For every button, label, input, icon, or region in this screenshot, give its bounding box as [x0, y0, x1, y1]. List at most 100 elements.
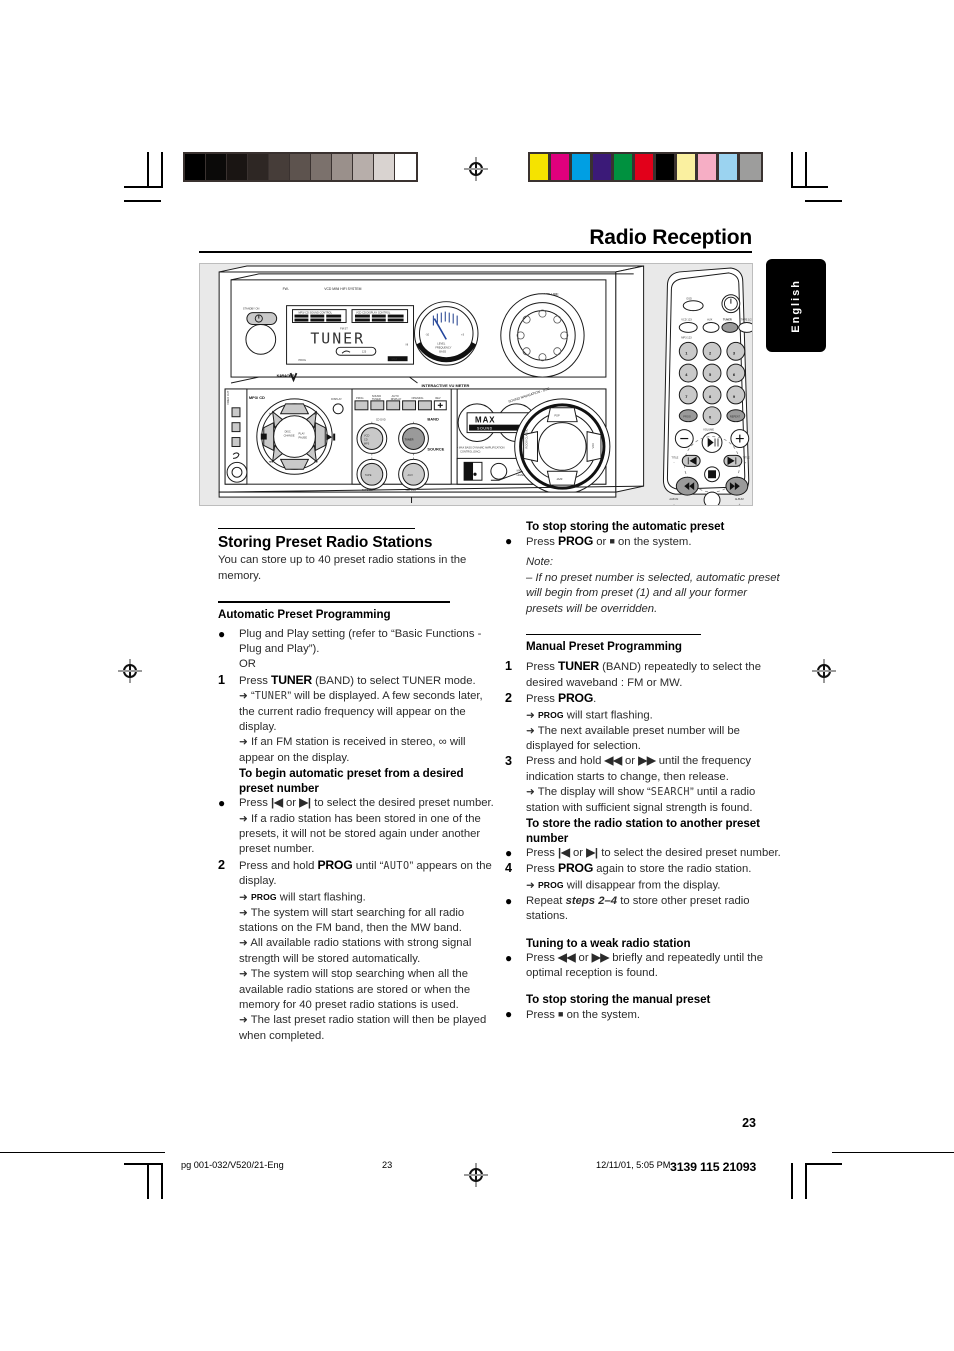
svg-text:▶|: ▶| [314, 412, 317, 416]
right-text-column: To stop storing the automatic preset ● P… [505, 519, 782, 1024]
arrow-icon: ➜ [239, 690, 248, 703]
section-rule [218, 528, 415, 530]
list-item: ● Repeat steps 2–4 to store other preset… [505, 894, 782, 925]
svg-text:ROCK/ CLASSIC: ROCK/ CLASSIC [525, 429, 529, 449]
lcd-text-auto: AUTO [383, 860, 410, 872]
keyword-prog-small: PROG [250, 891, 277, 902]
step-text: (BAND) to select TUNER mode. [312, 674, 476, 687]
svg-text:TITLE: TITLE [743, 455, 750, 459]
registration-dot [817, 664, 831, 678]
grayscale-swatch-0 [185, 154, 206, 180]
step-number: 2 [505, 691, 513, 706]
subheading-stop-manual-preset: To stop storing the manual preset [526, 993, 711, 1007]
svg-text:123: 123 [362, 349, 367, 353]
svg-text:+: + [739, 503, 741, 505]
list-bullet: ● [505, 1007, 513, 1022]
svg-text:MP3/ CD SOUND CONTROL: MP3/ CD SOUND CONTROL [298, 311, 332, 315]
svg-text:PAUSE: PAUSE [298, 436, 307, 440]
note-text: If an FM station is received in stereo, … [239, 736, 466, 764]
registration-mark-right [812, 659, 836, 683]
subheading-row: To stop storing the automatic preset [505, 519, 782, 534]
forward-icon: ▶▶ [591, 951, 610, 964]
svg-text:• MAX BASS DYNAMIC AMPLIFICATI: • MAX BASS DYNAMIC AMPLIFICATION [457, 445, 504, 449]
next-track-icon: ▶| [586, 846, 599, 859]
text: . [593, 693, 597, 706]
step-note: ➜ The system will stop searching when al… [239, 967, 495, 1013]
step-body: Press PROG again to store the radio stat… [526, 861, 782, 893]
color-swatch-6 [656, 154, 677, 180]
svg-text:CD: CD [364, 438, 368, 442]
svg-text:VOLUME: VOLUME [703, 428, 714, 432]
svg-text:BAND: BAND [427, 417, 439, 422]
list-item-text: Plug and Play setting (refer to “Basic F… [239, 627, 482, 655]
note: ➜ If a radio station has been stored in … [239, 812, 495, 858]
registration-dot [469, 1168, 483, 1182]
arrow-icon: ➜ [526, 709, 535, 722]
arrow-icon: ➜ [239, 1014, 248, 1027]
text: Press [526, 661, 559, 674]
svg-text:PROG: PROG [683, 415, 691, 419]
grayscale-calibration-strip [183, 152, 418, 182]
step-number: 4 [505, 861, 513, 876]
text: to select the desired preset number. [311, 797, 494, 810]
svg-text:ALBUM: ALBUM [735, 497, 744, 501]
subheading-row: Manual Preset Programming [505, 628, 782, 654]
grayscale-swatch-5 [290, 154, 311, 180]
svg-text:MP3: MP3 [364, 442, 370, 446]
list-bullet: ● [505, 950, 513, 965]
svg-text:OSD: OSD [686, 297, 692, 301]
crop-mark-bl-v2 [147, 1163, 149, 1199]
step-number: 1 [218, 672, 226, 687]
color-swatch-2 [572, 154, 593, 180]
subheading-row: To begin automatic preset from a desired… [218, 766, 495, 796]
step-body: Press TUNER (BAND) repeatedly to select … [526, 659, 782, 691]
list-bullet: ● [505, 893, 513, 908]
text: again to store the radio station. [593, 863, 752, 876]
note-text: If a radio station has been stored in on… [239, 812, 481, 856]
crop-mark-bl-h [124, 1163, 161, 1165]
svg-text:SOURCE: SOURCE [427, 446, 444, 451]
keyword-prog: PROG [317, 857, 353, 872]
footer-date: 12/11/01, 5:05 PM [596, 1160, 671, 1170]
svg-text:LEVEL: LEVEL [437, 341, 446, 345]
svg-text:CD/ DVD: CD/ DVD [406, 488, 417, 492]
svg-text:PROG: PROG [298, 358, 306, 362]
crop-mark-tl-v2 [147, 152, 149, 188]
footer-rule-right [832, 1152, 954, 1153]
step-body: Press and hold PROG until “AUTO” appears… [239, 858, 495, 1044]
step-text: Press [239, 674, 272, 687]
svg-text:TUNER: TUNER [310, 329, 365, 347]
step-note: ➜ All available radio stations with stro… [239, 936, 495, 967]
note-text: will disappear from the display. [563, 879, 721, 892]
svg-text:OPENING: OPENING [412, 396, 424, 400]
numbered-step: 4 Press PROG again to store the radio st… [505, 861, 782, 893]
svg-text:CD DVD: CD DVD [376, 418, 386, 422]
crop-mark-tr-h2 [805, 200, 842, 202]
list-item-body: Press ◀◀ or ▶▶ briefly and repeatedly un… [526, 951, 782, 982]
keyword-prog-small: PROG [537, 879, 564, 890]
color-swatch-8 [698, 154, 719, 180]
text: Press [526, 693, 559, 706]
svg-text:BASS: BASS [439, 349, 446, 353]
prev-track-icon: |◀ [558, 846, 570, 859]
rewind-icon: ◀◀ [604, 755, 622, 768]
lcd-text-tuner: TUNER [254, 691, 288, 703]
subheading-begin-auto-preset: To begin automatic preset from a desired… [239, 767, 464, 796]
step-note: ➜ “TUNER” will be displayed. A few secon… [239, 689, 495, 735]
subheading-store-to-another-preset: To store the radio station to another pr… [526, 816, 760, 845]
svg-text:VOC: VOC [591, 443, 595, 449]
svg-text:FREQUENCY: FREQUENCY [435, 345, 451, 349]
step-note: ➜ If an FM station is received in stereo… [239, 735, 495, 766]
svg-text:PROG: PROG [356, 396, 364, 400]
crop-mark-tl-h2 [124, 200, 161, 202]
subheading-automatic-preset-programming: Automatic Preset Programming [218, 607, 391, 621]
text: on the system. [614, 536, 692, 548]
subheading-row: Tuning to a weak radio station [505, 936, 782, 951]
note-text: The system will stop searching when all … [239, 968, 471, 1012]
subheading-row: To stop storing the manual preset [505, 992, 782, 1007]
step-note: ➜ PROG will start flashing. [526, 708, 782, 724]
arrow-icon: ➜ [526, 724, 535, 737]
grayscale-swatch-9 [374, 154, 395, 180]
subheading-manual-preset-programming: Manual Preset Programming [526, 640, 682, 654]
